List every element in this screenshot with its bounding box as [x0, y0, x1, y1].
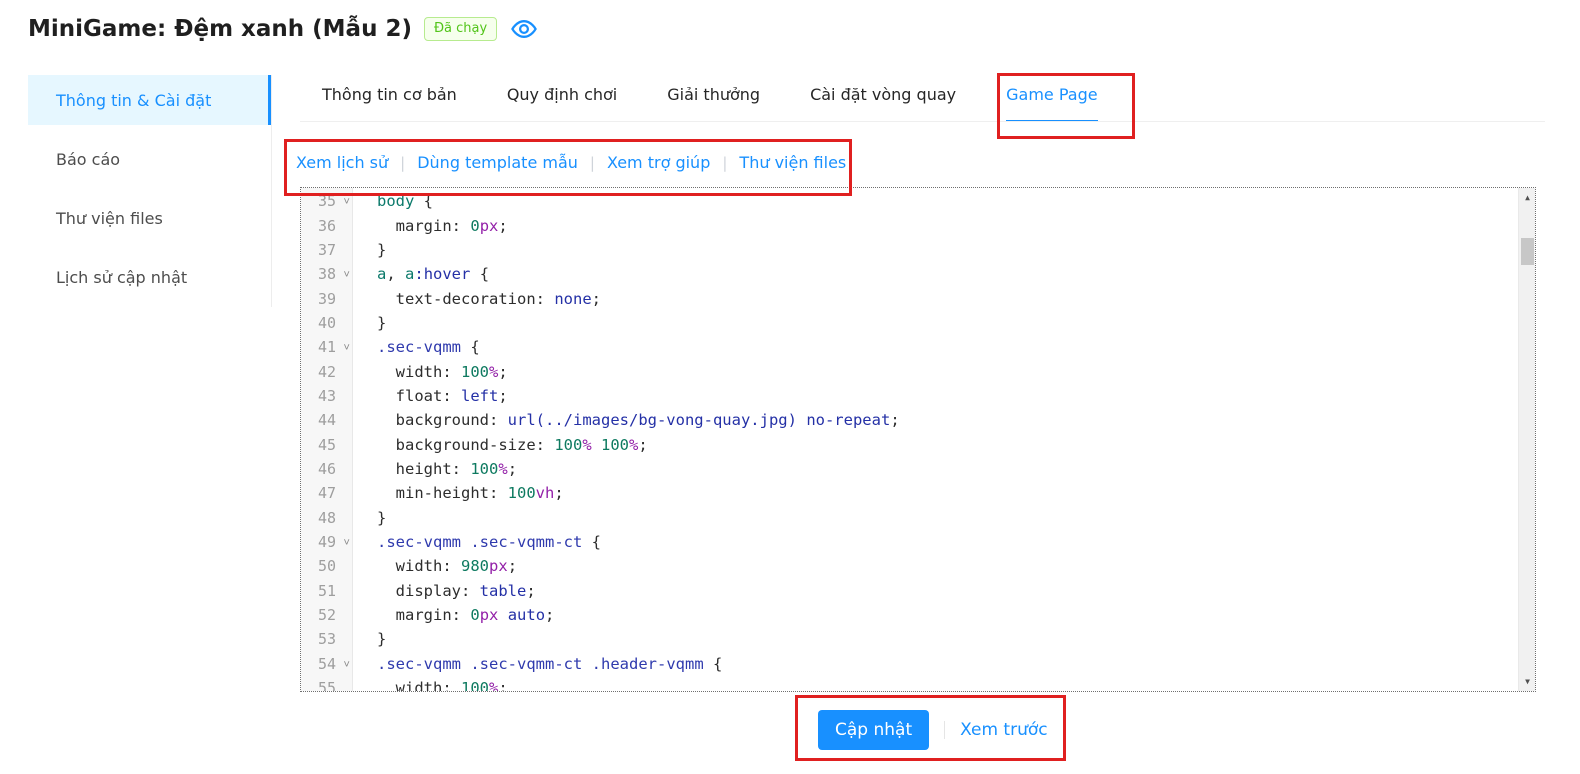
quick-link[interactable]: Dùng template mẫu	[417, 152, 578, 174]
line-number: 43	[301, 384, 352, 408]
line-number: 50	[301, 554, 352, 578]
code-line: body {	[377, 189, 1535, 213]
code-line: min-height: 100vh;	[377, 481, 1535, 505]
update-button[interactable]: Cập nhật	[818, 710, 929, 750]
code-line: .sec-vqmm {	[377, 335, 1535, 359]
minigame-settings-page: MiniGame: Đệm xanh (Mẫu 2) Đã chạy Thông…	[0, 0, 1580, 774]
code-line: }	[377, 505, 1535, 529]
editor-gutter: 35˅363738˅394041˅4243444546474849˅505152…	[301, 188, 353, 691]
code-line: }	[377, 311, 1535, 335]
code-line: }	[377, 627, 1535, 651]
status-badge: Đã chạy	[424, 17, 497, 41]
page-title: MiniGame: Đệm xanh (Mẫu 2)	[28, 16, 412, 42]
line-number: 55	[301, 676, 352, 692]
actions-divider	[944, 721, 945, 739]
code-line: width: 100%;	[377, 359, 1535, 383]
line-number: 49˅	[301, 530, 352, 554]
code-line: background: url(../images/bg-vong-quay.j…	[377, 408, 1535, 432]
code-line: a, a:hover {	[377, 262, 1535, 286]
chevron-down-icon[interactable]: ˅	[343, 537, 350, 548]
annotation-box-tab	[997, 73, 1134, 139]
line-number: 53	[301, 627, 352, 651]
code-line: text-decoration: none;	[377, 286, 1535, 310]
eye-icon[interactable]	[509, 16, 539, 42]
code-line: width: 100%;	[377, 676, 1535, 691]
sidebar-item[interactable]: Lịch sử cập nhật	[28, 252, 272, 302]
scroll-down-arrow-icon[interactable]: ▼	[1519, 673, 1536, 690]
chevron-down-icon[interactable]: ˅	[343, 269, 350, 280]
line-number: 38˅	[301, 262, 352, 286]
line-number: 51	[301, 579, 352, 603]
line-number: 39	[301, 286, 352, 310]
sidebar-item[interactable]: Thông tin & Cài đặt	[28, 75, 272, 125]
sidebar-item[interactable]: Báo cáo	[28, 134, 272, 184]
actions-bar: Cập nhật Xem trước	[818, 710, 1048, 750]
chevron-down-icon[interactable]: ˅	[343, 196, 350, 207]
quick-links-row: Xem lịch sử | Dùng template mẫu | Xem trợ gi…	[296, 152, 846, 174]
line-number: 46	[301, 457, 352, 481]
chevron-down-icon[interactable]: ˅	[343, 659, 350, 670]
line-number: 48	[301, 505, 352, 529]
sidebar-divider	[271, 75, 272, 307]
quick-link[interactable]: Thư viện files	[739, 152, 846, 174]
tab-item[interactable]: Thông tin cơ bản	[322, 84, 457, 122]
code-line: }	[377, 238, 1535, 262]
code-line: display: table;	[377, 579, 1535, 603]
line-number: 37	[301, 238, 352, 262]
tab-bar: Thông tin cơ bản Quy định chơi Giải thưởng…	[322, 84, 1098, 122]
line-number: 45	[301, 432, 352, 456]
code-editor[interactable]: 35˅363738˅394041˅4243444546474849˅505152…	[300, 187, 1536, 692]
page-header: MiniGame: Đệm xanh (Mẫu 2) Đã chạy	[28, 16, 539, 42]
tabbar-divider	[300, 121, 1545, 122]
tab-item[interactable]: Cài đặt vòng quay	[810, 84, 956, 122]
code-line: height: 100%;	[377, 457, 1535, 481]
tab-item[interactable]: Quy định chơi	[507, 84, 617, 122]
line-number: 42	[301, 359, 352, 383]
sidebar-item[interactable]: Thư viện files	[28, 193, 272, 243]
editor-code[interactable]: body { margin: 0px;}a, a:hover { text-de…	[353, 188, 1535, 691]
line-number: 35˅	[301, 189, 352, 213]
link-separator: |	[722, 154, 727, 172]
quick-link[interactable]: Xem lịch sử	[296, 152, 388, 174]
line-number: 44	[301, 408, 352, 432]
scroll-up-arrow-icon[interactable]: ▲	[1519, 189, 1536, 206]
line-number: 41˅	[301, 335, 352, 359]
tab-item[interactable]: Game Page	[1006, 84, 1097, 122]
code-line: .sec-vqmm .sec-vqmm-ct .header-vqmm {	[377, 652, 1535, 676]
code-line: margin: 0px auto;	[377, 603, 1535, 627]
tab-item[interactable]: Giải thưởng	[667, 84, 760, 122]
code-line: .sec-vqmm .sec-vqmm-ct {	[377, 530, 1535, 554]
code-line: width: 980px;	[377, 554, 1535, 578]
chevron-down-icon[interactable]: ˅	[343, 342, 350, 353]
line-number: 47	[301, 481, 352, 505]
line-number: 52	[301, 603, 352, 627]
sidebar: Thông tin & Cài đặt Báo cáo Thư viện files…	[28, 75, 272, 311]
line-number: 36	[301, 213, 352, 237]
editor-scrollbar[interactable]: ▲ ▼	[1518, 188, 1535, 691]
link-separator: |	[590, 154, 595, 172]
preview-link[interactable]: Xem trước	[960, 720, 1047, 740]
code-line: float: left;	[377, 384, 1535, 408]
line-number: 40	[301, 311, 352, 335]
line-number: 54˅	[301, 652, 352, 676]
scrollbar-thumb[interactable]	[1521, 238, 1534, 265]
quick-link[interactable]: Xem trợ giúp	[607, 152, 710, 174]
code-line: background-size: 100% 100%;	[377, 432, 1535, 456]
code-line: margin: 0px;	[377, 213, 1535, 237]
link-separator: |	[400, 154, 405, 172]
